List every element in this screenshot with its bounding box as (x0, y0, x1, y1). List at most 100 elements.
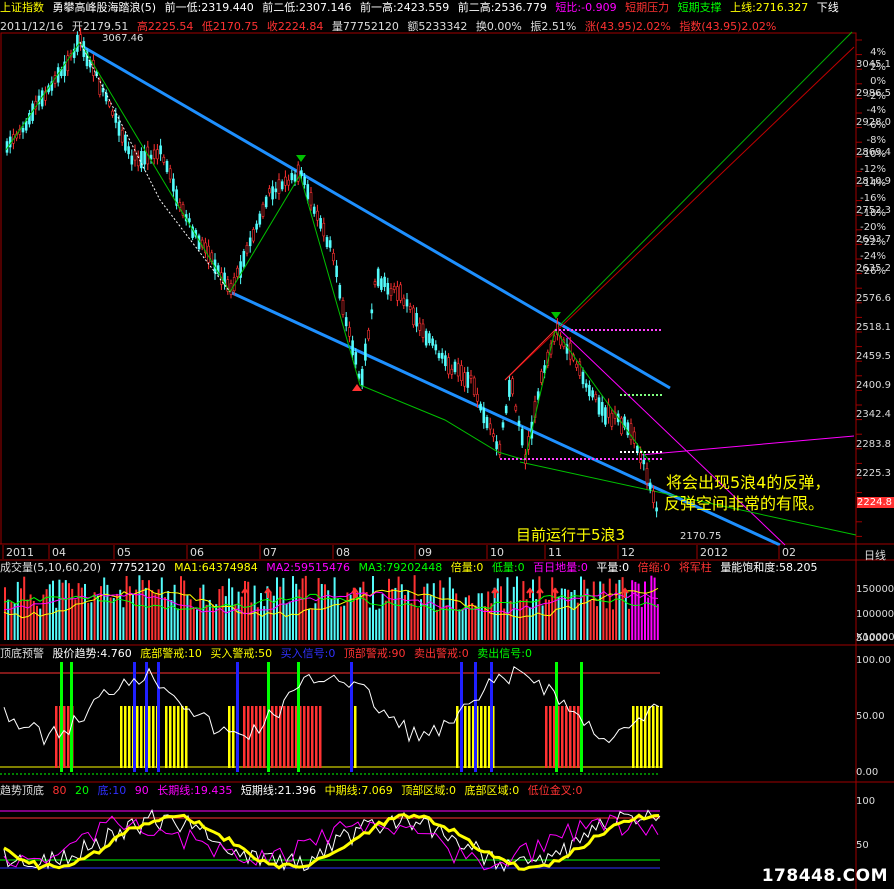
volume-bar (432, 583, 435, 640)
signal-bar (128, 706, 131, 768)
candle-body (488, 423, 492, 430)
sell-signal-bar (555, 662, 558, 772)
signal-bar (255, 706, 258, 768)
candle-body (341, 300, 345, 315)
volume-bar (640, 606, 643, 640)
volume-bar (295, 583, 298, 640)
volume-bar (528, 607, 531, 640)
volume-bar (16, 581, 19, 640)
volume-bar (605, 608, 608, 640)
signal-bar (640, 706, 643, 768)
signal-bar (259, 706, 262, 768)
volume-bar (365, 592, 368, 640)
candle-body (642, 459, 646, 465)
price-label: 2518.1 (856, 321, 891, 333)
candle-body (607, 404, 610, 418)
volume-title[interactable]: 成交量(5,10,60,20) (0, 561, 101, 574)
volume-bar (551, 577, 554, 640)
volume-bar (13, 603, 16, 640)
candle-body (332, 252, 335, 262)
trend-80: 80 (52, 784, 67, 797)
volume-bar (407, 590, 410, 640)
pct-label: -26% (860, 266, 886, 277)
candle-body (456, 363, 460, 377)
volume-bar (397, 576, 400, 640)
volume-bar (573, 589, 576, 640)
volume-bar (496, 578, 499, 640)
volume-bar (503, 608, 506, 640)
candle-body (520, 428, 524, 446)
signal-bar (656, 706, 659, 768)
candle-body (303, 176, 306, 185)
candle-body (428, 333, 431, 344)
volume-bar (445, 605, 448, 640)
volume-bar (378, 608, 381, 640)
volume-bar (442, 587, 445, 640)
candle-body (268, 188, 271, 194)
volume-bar (256, 607, 259, 640)
chart-canvas[interactable]: 2011 04 05 06 07 08 09 10 11 12 2012 02 (0, 0, 894, 889)
watermark: 178448.COM (761, 866, 888, 886)
signal-bar (271, 706, 274, 768)
volume-bar (532, 579, 534, 640)
candle-body (360, 368, 364, 387)
signal-bar (648, 706, 651, 768)
period-label[interactable]: 日线 (864, 547, 886, 563)
time-label: 11 (548, 546, 562, 559)
volume-bar (596, 606, 598, 640)
signal-bottom-warn: 底部警戒:10 (140, 647, 202, 660)
volume-bar (292, 576, 294, 640)
volume-bar (106, 584, 109, 640)
volume-bar (452, 588, 454, 640)
volume-bar (36, 605, 38, 640)
candle-body (373, 281, 377, 285)
volume-bar (112, 598, 115, 640)
high-mark: 3067.46 (102, 33, 144, 44)
time-label: 02 (782, 546, 796, 559)
volume-bar (653, 577, 656, 640)
candle-body (117, 121, 121, 136)
wave-green (5, 41, 651, 463)
buy-signal-bar (350, 662, 353, 772)
candle-body (610, 412, 614, 427)
volume-ma2: MA2:59515476 (266, 561, 350, 574)
volume-bar (448, 577, 451, 640)
signal-bar (169, 706, 172, 768)
candle-body (392, 286, 396, 290)
signal-bar (549, 706, 552, 768)
volume-bar (269, 591, 272, 640)
volume-bar (122, 607, 125, 640)
volume-bar (141, 580, 144, 640)
candle-body (450, 368, 454, 375)
volume-bar (160, 577, 163, 640)
volume-bar (90, 602, 93, 640)
candle-body (399, 284, 402, 301)
volume-bar (167, 590, 170, 640)
signal-bar (263, 706, 266, 768)
trend-title[interactable]: 趋势顶底 (0, 784, 44, 797)
volume-bar (612, 609, 614, 640)
candle-body (124, 134, 127, 151)
volume-bar (375, 609, 378, 640)
signal-bar (251, 706, 254, 768)
volume-bar (333, 577, 336, 640)
candle-body (597, 397, 601, 415)
volume-bar (391, 588, 394, 640)
signal-title[interactable]: 顶底预警 (0, 647, 44, 660)
candle-body (421, 323, 425, 338)
candle-body (162, 156, 166, 163)
candle-body (386, 282, 390, 295)
volume-bar (404, 595, 406, 640)
volume-bar (96, 595, 99, 640)
candle-body (389, 288, 393, 296)
volume-bar (26, 599, 29, 640)
candle-body (600, 402, 604, 416)
candle-body (271, 186, 274, 200)
volume-bar (618, 579, 621, 640)
panel-axis-label: 150000 (856, 584, 894, 595)
volume-bar (221, 586, 224, 640)
signal-bar (291, 706, 294, 768)
signal-top-warn: 顶部警戒:90 (343, 647, 406, 660)
volume-up-arrow (536, 587, 544, 598)
candle-body (517, 420, 521, 426)
